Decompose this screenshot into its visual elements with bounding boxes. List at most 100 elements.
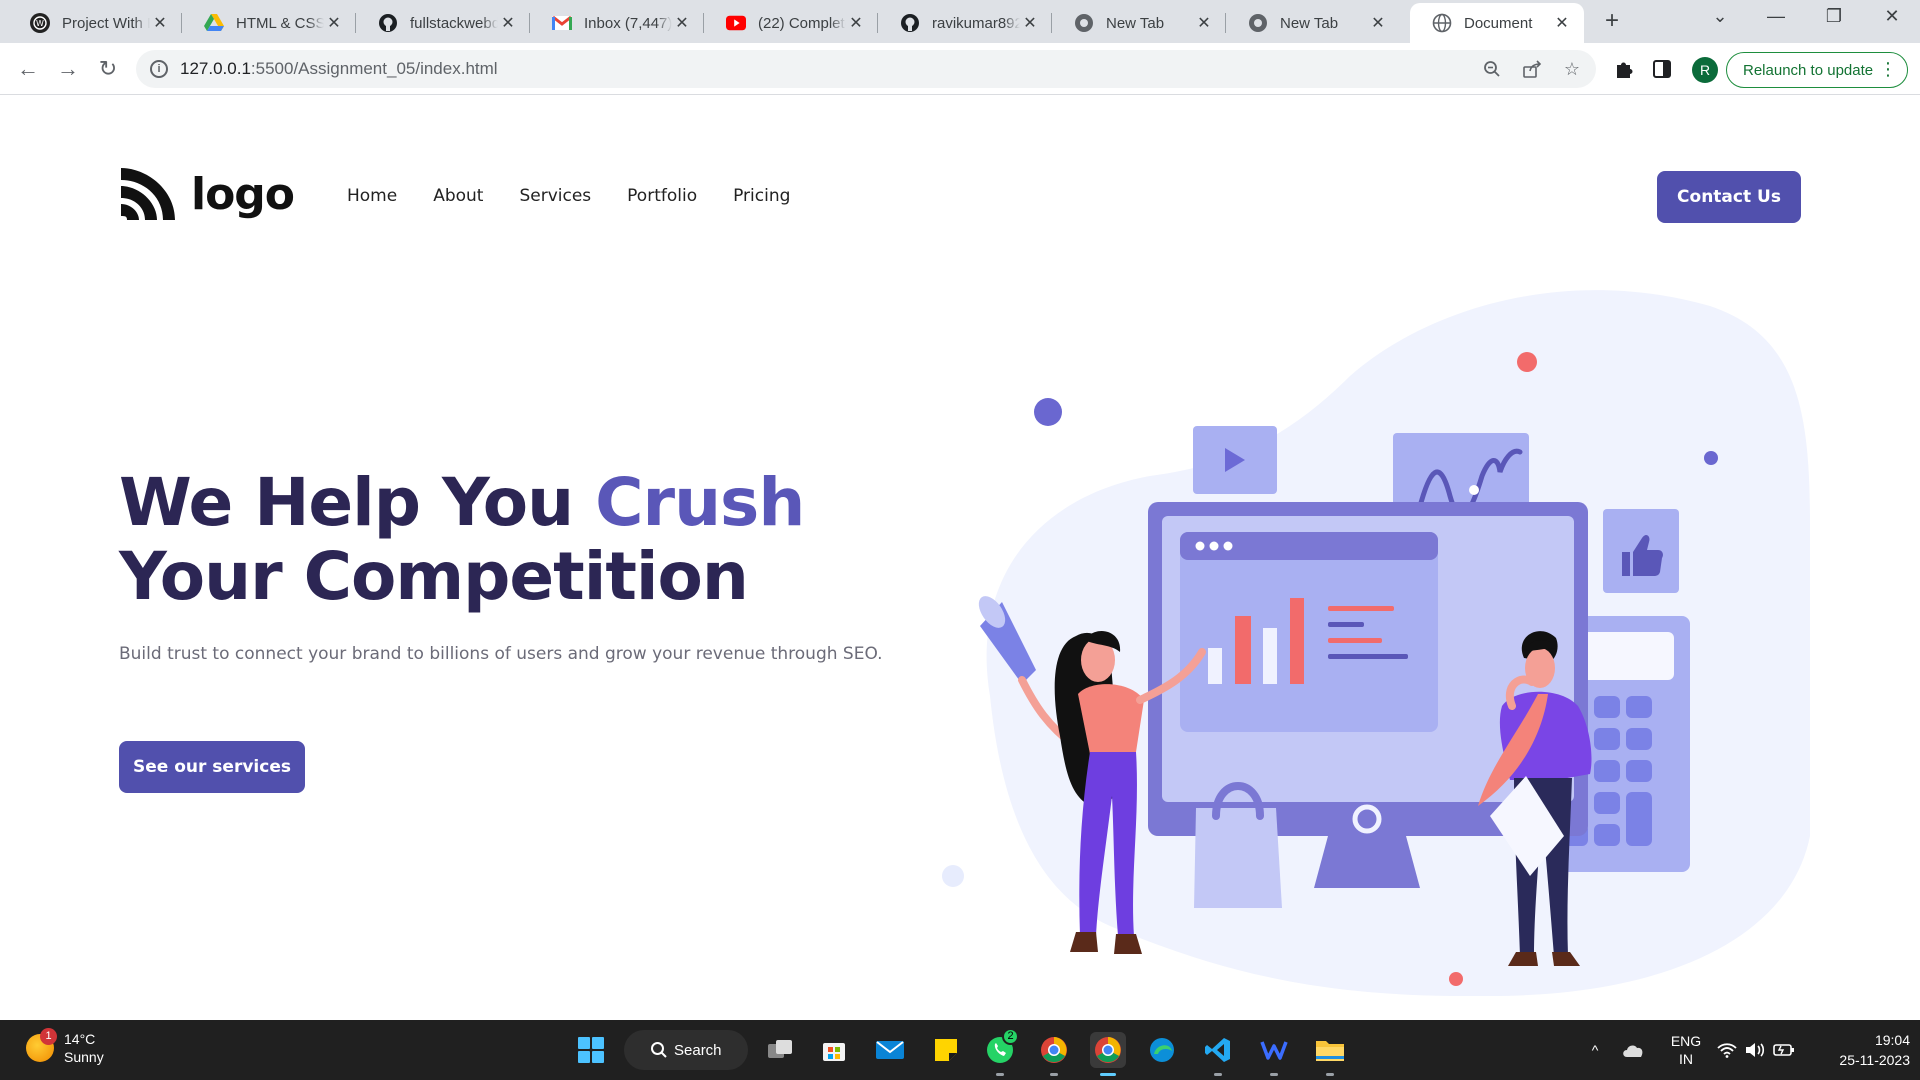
wifi-icon[interactable] [1716, 1020, 1738, 1080]
restore-button[interactable]: ❐ [1806, 6, 1862, 36]
close-tab-icon[interactable]: ✕ [150, 13, 170, 33]
notification-badge: 1 [40, 1028, 57, 1045]
system-clock[interactable]: 19:04 25-11-2023 [1810, 1030, 1910, 1070]
volume-icon[interactable] [1744, 1020, 1766, 1080]
chrome-icon [1248, 13, 1268, 33]
share-icon[interactable] [1520, 57, 1544, 81]
close-tab-icon[interactable]: ✕ [672, 13, 692, 33]
logo-text: logo [191, 168, 295, 220]
vscode-icon[interactable] [1200, 1032, 1236, 1076]
search-icon [651, 1042, 667, 1058]
svg-text:W: W [36, 19, 44, 28]
relaunch-button[interactable]: Relaunch to update ⋮ [1726, 52, 1908, 88]
browser-tab[interactable]: New Tab ✕ [1052, 3, 1226, 43]
new-tab-button[interactable]: + [1598, 8, 1626, 36]
browser-tab[interactable]: W Project With Bootstrap ✕ [8, 3, 182, 43]
web-page: logo Home About Services Portfolio Prici… [0, 96, 1920, 1020]
close-tab-icon[interactable]: ✕ [498, 13, 518, 33]
zoom-icon[interactable] [1480, 57, 1504, 81]
browser-tab[interactable]: (22) Complete ✕ [704, 3, 878, 43]
sun-weather-icon: 1 [26, 1028, 57, 1062]
tab-title: ravikumar892 [932, 14, 1020, 32]
running-indicator [1050, 1073, 1058, 1076]
running-indicator [1326, 1073, 1334, 1076]
start-button[interactable] [573, 1032, 609, 1068]
chrome-active-icon[interactable] [1090, 1032, 1126, 1076]
nav-services[interactable]: Services [519, 186, 591, 206]
tab-title: New Tab [1106, 14, 1165, 32]
weather-widget[interactable]: 1 14°C Sunny [26, 1028, 104, 1066]
chevron-up-icon[interactable]: ^ [1582, 1020, 1608, 1080]
main-nav: Home About Services Portfolio Pricing [347, 186, 826, 206]
see-services-button[interactable]: See our services [119, 741, 305, 793]
youtube-icon [726, 13, 746, 33]
taskbar-search[interactable]: Search [624, 1030, 748, 1070]
close-tab-icon[interactable]: ✕ [1194, 13, 1214, 33]
url-text[interactable]: 127.0.0.1:5500/Assignment_05/index.html [180, 59, 498, 79]
windows-taskbar: 1 14°C Sunny Search 2 ^ ENG IN 19:04 25-… [0, 1020, 1920, 1080]
minimize-button[interactable]: — [1748, 6, 1804, 36]
globe-icon [1432, 13, 1452, 33]
microsoft-store-icon[interactable] [816, 1032, 852, 1068]
close-tab-icon[interactable]: ✕ [1552, 13, 1572, 33]
chrome-profile-icon[interactable] [1036, 1032, 1072, 1076]
tab-title: HTML & CSS [236, 14, 324, 32]
logo-mark-icon [121, 168, 175, 220]
sticky-notes-icon[interactable] [928, 1032, 964, 1068]
browser-tab-strip: W Project With Bootstrap ✕ HTML & CSS ✕ … [0, 0, 1920, 43]
tab-search-icon[interactable]: ⌄ [1692, 6, 1748, 36]
monitor-stand [1314, 836, 1420, 888]
bookmark-star-icon[interactable]: ☆ [1560, 57, 1584, 81]
w-app-icon[interactable] [1256, 1032, 1292, 1076]
weather-desc: Sunny [64, 1049, 104, 1065]
back-arrow-icon[interactable]: ← [12, 53, 44, 85]
close-window-button[interactable]: ✕ [1864, 6, 1920, 36]
address-bar[interactable]: i 127.0.0.1:5500/Assignment_05/index.htm… [136, 50, 1596, 88]
profile-avatar[interactable]: R [1692, 57, 1718, 83]
close-tab-icon[interactable]: ✕ [1368, 13, 1388, 33]
browser-tab[interactable]: New Tab ✕ [1226, 3, 1400, 43]
windows-logo-icon [578, 1037, 604, 1063]
site-info-icon[interactable]: i [150, 60, 168, 78]
wordpress-icon: W [30, 13, 50, 33]
decor-dot [1704, 451, 1718, 465]
nav-about[interactable]: About [433, 186, 483, 206]
site-logo[interactable]: logo [119, 164, 295, 224]
decor-dot [1034, 398, 1062, 426]
forward-arrow-icon[interactable]: → [52, 53, 84, 85]
nav-pricing[interactable]: Pricing [733, 186, 790, 206]
tab-title: Document [1464, 14, 1533, 32]
whatsapp-icon[interactable]: 2 [982, 1028, 1019, 1076]
browser-tab[interactable]: HTML & CSS ✕ [182, 3, 356, 43]
browser-tab-active[interactable]: Document ✕ [1410, 3, 1584, 43]
browser-tab[interactable]: ravikumar892 ✕ [878, 3, 1052, 43]
reload-icon[interactable]: ↻ [92, 53, 124, 85]
hero-illustration [942, 290, 1810, 996]
decor-dot [1449, 972, 1463, 986]
battery-icon[interactable] [1772, 1020, 1796, 1080]
gmail-icon [552, 13, 572, 33]
close-tab-icon[interactable]: ✕ [324, 13, 344, 33]
tab-title: Inbox (7,447) [584, 14, 672, 32]
nav-portfolio[interactable]: Portfolio [627, 186, 697, 206]
nav-home[interactable]: Home [347, 186, 397, 206]
onedrive-cloud-icon[interactable] [1618, 1020, 1648, 1080]
extensions-puzzle-icon[interactable] [1610, 55, 1638, 83]
hero-title-accent: Crush [595, 464, 805, 541]
task-view-icon[interactable] [762, 1032, 798, 1068]
contact-us-button[interactable]: Contact Us [1657, 171, 1801, 223]
menu-dots-icon[interactable]: ⋮ [1879, 59, 1897, 80]
decor-dot [942, 865, 964, 887]
close-tab-icon[interactable]: ✕ [1020, 13, 1040, 33]
close-tab-icon[interactable]: ✕ [846, 13, 866, 33]
file-explorer-icon[interactable] [1312, 1032, 1348, 1076]
browser-tab[interactable]: fullstackwebdev ✕ [356, 3, 530, 43]
browser-tab[interactable]: Inbox (7,447) ✕ [530, 3, 704, 43]
side-panel-icon[interactable] [1648, 55, 1676, 83]
weather-temp: 14°C [64, 1031, 96, 1047]
language-indicator[interactable]: ENG IN [1664, 1020, 1708, 1080]
notification-badge: 2 [1002, 1028, 1019, 1045]
chrome-icon [1074, 13, 1094, 33]
edge-icon[interactable] [1144, 1032, 1180, 1068]
mail-icon[interactable] [872, 1032, 908, 1068]
